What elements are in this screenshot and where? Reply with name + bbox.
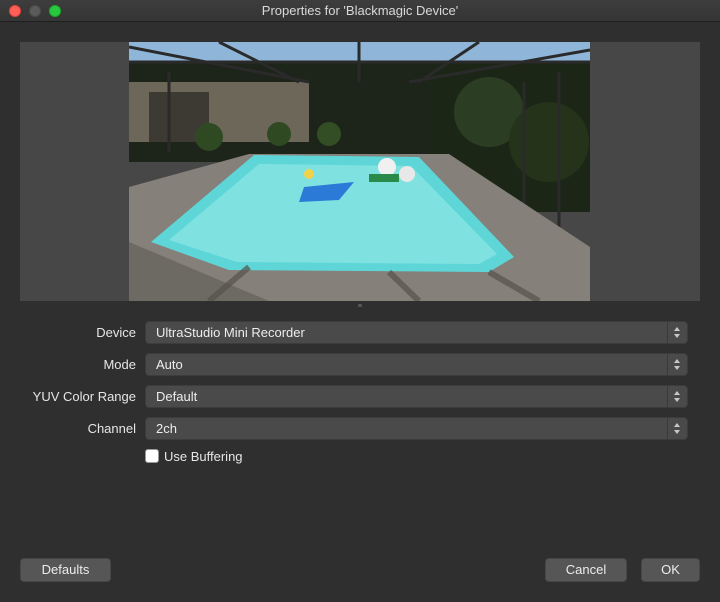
cancel-button[interactable]: Cancel bbox=[545, 558, 627, 582]
chevron-up-down-icon bbox=[667, 322, 687, 343]
video-preview-image bbox=[129, 42, 590, 301]
chevron-up-down-icon bbox=[667, 418, 687, 439]
properties-window: Properties for 'Blackmagic Device' Devic… bbox=[0, 0, 720, 602]
device-select[interactable]: UltraStudio Mini Recorder bbox=[145, 321, 688, 344]
mode-label: Mode bbox=[103, 357, 136, 372]
device-label: Device bbox=[96, 325, 136, 340]
device-select-value: UltraStudio Mini Recorder bbox=[156, 325, 305, 340]
yuv-color-range-select[interactable]: Default bbox=[145, 385, 688, 408]
preview-splitter-handle[interactable] bbox=[358, 304, 362, 307]
window-title: Properties for 'Blackmagic Device' bbox=[261, 3, 459, 18]
ok-button[interactable]: OK bbox=[641, 558, 700, 582]
mode-select[interactable]: Auto bbox=[145, 353, 688, 376]
channel-select[interactable]: 2ch bbox=[145, 417, 688, 440]
title-bar: Properties for 'Blackmagic Device' bbox=[0, 0, 720, 22]
channel-label: Channel bbox=[87, 421, 136, 436]
chevron-up-down-icon bbox=[667, 386, 687, 407]
yuv-color-range-label: YUV Color Range bbox=[32, 389, 136, 404]
use-buffering-label[interactable]: Use Buffering bbox=[164, 449, 243, 464]
chevron-up-down-icon bbox=[667, 354, 687, 375]
yuv-color-range-select-value: Default bbox=[156, 389, 198, 404]
source-preview-area bbox=[20, 42, 700, 301]
mode-select-value: Auto bbox=[156, 357, 183, 372]
defaults-button[interactable]: Defaults bbox=[20, 558, 111, 582]
channel-select-value: 2ch bbox=[156, 421, 177, 436]
use-buffering-checkbox[interactable] bbox=[145, 449, 159, 463]
